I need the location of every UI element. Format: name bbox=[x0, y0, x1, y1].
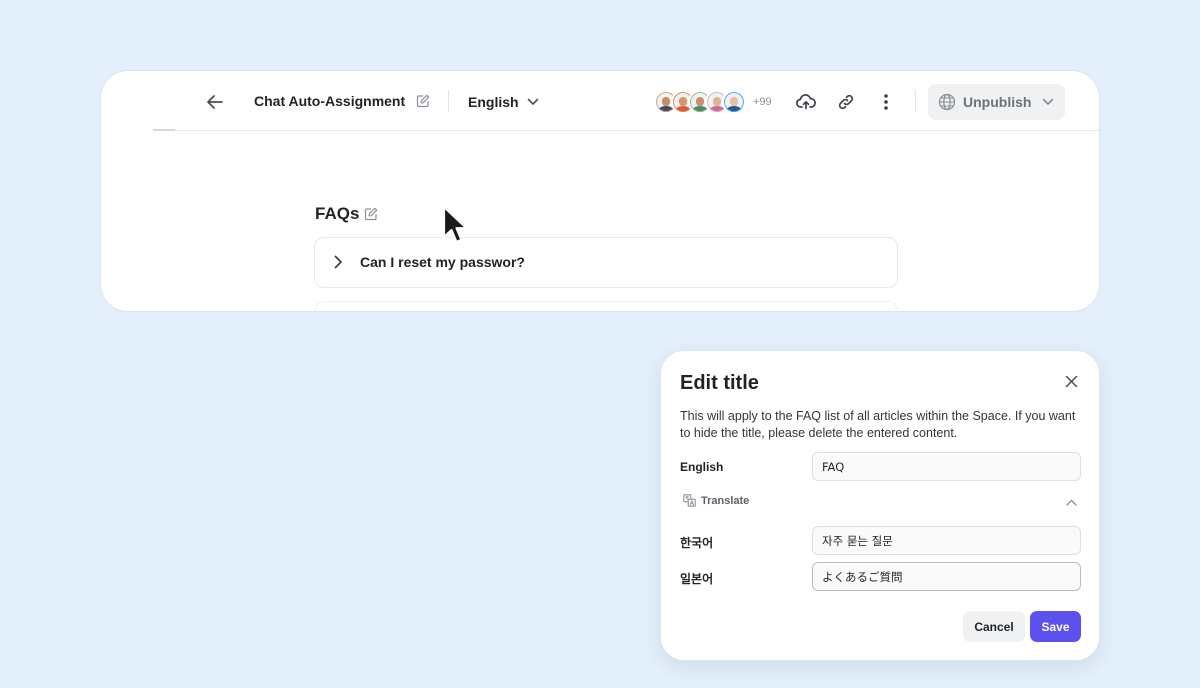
language-select[interactable]: English bbox=[468, 91, 539, 113]
faq-section-title: FAQs bbox=[315, 204, 360, 223]
globe-icon bbox=[938, 93, 956, 111]
topbar-divider-stub bbox=[153, 129, 175, 131]
japanese-title-input[interactable] bbox=[812, 562, 1081, 591]
japanese-label: 일본어 bbox=[680, 572, 714, 586]
cloud-upload-icon bbox=[796, 94, 816, 110]
translate-icon bbox=[683, 494, 696, 507]
more-vertical-icon bbox=[884, 94, 888, 110]
mouse-cursor-icon bbox=[442, 205, 468, 244]
english-label: English bbox=[680, 460, 724, 474]
language-select-value: English bbox=[468, 94, 519, 110]
avatar-overflow-count: +99 bbox=[753, 96, 772, 108]
dialog-title: Edit title bbox=[680, 372, 759, 394]
unpublish-label: Unpublish bbox=[963, 94, 1032, 110]
korean-title-input[interactable] bbox=[812, 526, 1081, 555]
translate-label: Translate bbox=[701, 494, 750, 507]
collaborator-avatars[interactable] bbox=[654, 90, 746, 114]
link-icon bbox=[838, 94, 854, 110]
dialog-description: This will apply to the FAQ list of all a… bbox=[680, 409, 1076, 440]
edit-title-icon[interactable] bbox=[416, 94, 430, 108]
copy-link-button[interactable] bbox=[834, 90, 858, 114]
chevron-down-icon bbox=[1043, 98, 1054, 105]
unpublish-button[interactable]: Unpublish bbox=[928, 84, 1065, 120]
back-button[interactable] bbox=[201, 90, 229, 114]
close-icon bbox=[1065, 375, 1077, 387]
faq-item[interactable]: Can I reset my passwor? bbox=[314, 237, 898, 288]
faq-item[interactable] bbox=[314, 301, 898, 311]
divider bbox=[915, 90, 916, 112]
upload-button[interactable] bbox=[794, 90, 818, 114]
save-button[interactable]: Save bbox=[1030, 611, 1081, 642]
avatar[interactable] bbox=[722, 90, 746, 114]
korean-label: 한국어 bbox=[680, 536, 714, 550]
english-title-input[interactable] bbox=[812, 452, 1081, 481]
faq-question: Can I reset my passwor? bbox=[360, 254, 525, 270]
edit-faq-title-icon[interactable] bbox=[364, 207, 378, 221]
translate-section-header[interactable]: Translate bbox=[683, 494, 749, 507]
close-button[interactable] bbox=[1061, 371, 1081, 391]
chevron-down-icon bbox=[527, 98, 538, 105]
collapse-translate-button[interactable] bbox=[1063, 494, 1079, 510]
more-options-button[interactable] bbox=[874, 90, 898, 114]
divider bbox=[448, 90, 449, 112]
cancel-button[interactable]: Cancel bbox=[963, 611, 1025, 642]
editor-card: Chat Auto-Assignment English +99 Unpubli… bbox=[100, 70, 1100, 312]
chevron-right-icon bbox=[334, 255, 342, 269]
document-title: Chat Auto-Assignment bbox=[254, 93, 406, 109]
chevron-up-icon bbox=[1065, 499, 1077, 506]
arrow-left-icon bbox=[207, 95, 223, 109]
edit-title-dialog: Edit title This will apply to the FAQ li… bbox=[660, 350, 1100, 661]
